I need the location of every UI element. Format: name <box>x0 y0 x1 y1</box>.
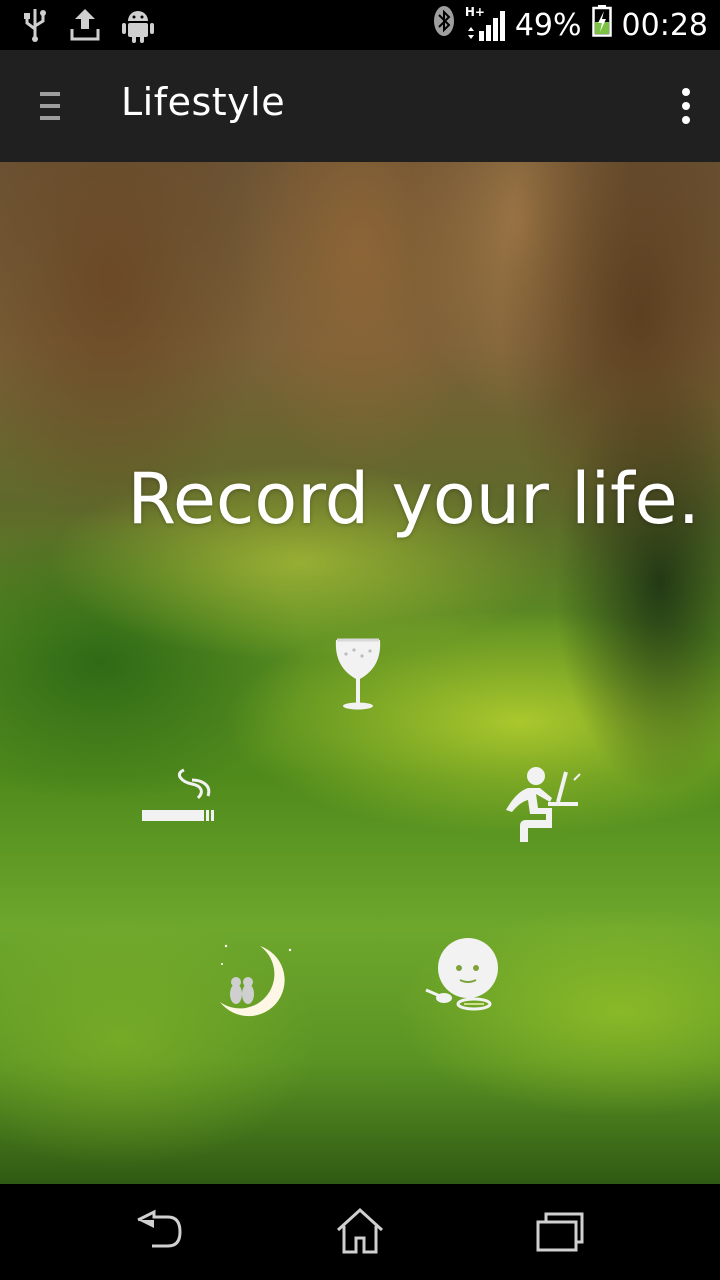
moon-sleep-icon[interactable] <box>214 940 298 1024</box>
upload-icon <box>70 7 100 47</box>
cigarette-icon[interactable] <box>140 766 220 826</box>
more-vert-icon[interactable] <box>674 86 698 126</box>
signal-hplus-icon: H+ <box>465 5 505 41</box>
app-bar: Lifestyle <box>0 50 720 162</box>
recent-apps-icon[interactable] <box>534 1206 590 1256</box>
home-icon[interactable] <box>332 1206 388 1256</box>
navigation-bar <box>0 1184 720 1280</box>
back-icon[interactable] <box>132 1206 188 1256</box>
status-bar: H+ 49% 00:28 <box>0 0 720 50</box>
content-area: Record your life. <box>0 162 720 1184</box>
bluetooth-icon <box>433 5 455 45</box>
clock: 00:28 <box>621 7 708 43</box>
page-title: Lifestyle <box>121 80 286 124</box>
usb-icon <box>22 7 48 47</box>
face-spoon-icon[interactable] <box>424 938 504 1018</box>
desk-work-icon[interactable] <box>500 766 586 846</box>
wine-glass-icon[interactable] <box>328 632 388 714</box>
android-icon <box>122 7 154 47</box>
hamburger-menu-icon[interactable] <box>30 86 70 126</box>
battery-percent: 49% <box>514 7 582 43</box>
headline: Record your life. <box>127 458 700 540</box>
battery-charging-icon <box>591 5 612 45</box>
